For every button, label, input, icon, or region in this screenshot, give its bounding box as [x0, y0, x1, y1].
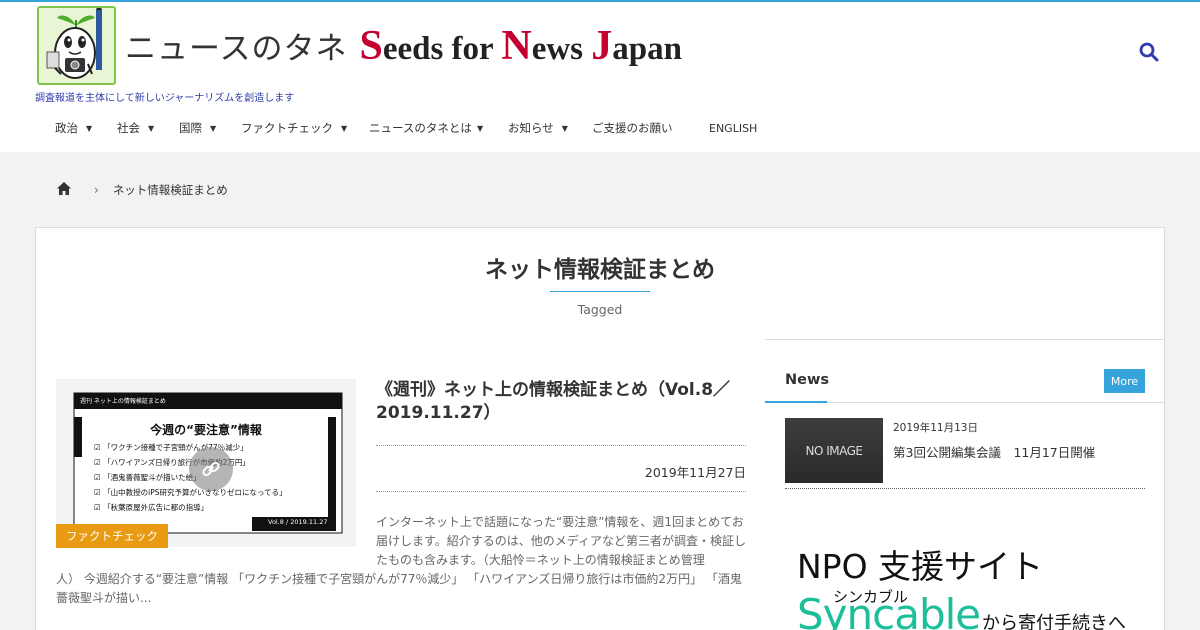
- site-title-en: Seeds for News Japan: [359, 22, 682, 70]
- link-icon: [189, 447, 233, 491]
- search-icon: [1139, 42, 1159, 62]
- nav-label: ファクトチェック: [241, 121, 333, 135]
- caret-down-icon: ▼: [210, 123, 217, 133]
- thumb-item-text: 「ワクチン接種で子宮頸がんが77％減少」: [103, 443, 248, 452]
- nav-item-international[interactable]: 国際 ▼: [179, 118, 216, 138]
- nav-item-english[interactable]: ENGLISH: [709, 118, 757, 138]
- thumb-header: 週刊 ネット上の情報検証まとめ: [80, 398, 166, 405]
- nav-item-news[interactable]: お知らせ ▼: [508, 118, 568, 138]
- nav-item-about[interactable]: ニュースのタネとは ▼: [369, 118, 483, 138]
- news-thumbnail[interactable]: NO IMAGE: [785, 418, 883, 483]
- article-excerpt: インターネット上で話題になった“要注意”情報を、週1回まとめてお届けします。紹介…: [376, 515, 746, 567]
- article-date: 2019年11月27日: [644, 465, 746, 480]
- site-tagline: 調査報道を主体にして新しいジャーナリズムを創造します: [35, 93, 295, 104]
- title-letter-s: S: [359, 23, 383, 69]
- nav-label: お知らせ: [508, 121, 554, 135]
- caret-down-icon: ▼: [476, 123, 484, 133]
- nav-item-politics[interactable]: 政治 ▼: [55, 118, 92, 138]
- divider: [376, 491, 746, 492]
- nav-item-support[interactable]: ご支援のお願い: [592, 118, 673, 138]
- nav-label: 社会: [117, 121, 140, 135]
- banner-heading[interactable]: NPO 支援サイト: [797, 540, 1043, 588]
- title-part-2: ews: [531, 31, 592, 67]
- news-heading: News: [785, 372, 829, 388]
- caret-down-icon: ▼: [561, 123, 568, 133]
- site-logo[interactable]: [37, 6, 116, 85]
- page-subtitle: Tagged: [577, 302, 623, 317]
- seed-mascot-icon: [46, 8, 102, 79]
- thumb-footer: Vol.8 / 2019.11.27: [268, 518, 328, 526]
- nav-label: 国際: [179, 121, 202, 135]
- site-title-jp: ニュースのタネ: [125, 31, 348, 67]
- nav-label: 政治: [55, 121, 78, 135]
- site-title[interactable]: ニュースのタネ Seeds for News Japan: [125, 22, 682, 72]
- tag-header-card: ネット情報検証まとめ Tagged: [35, 227, 1165, 340]
- thumb-item-text: 「酒鬼薔薇聖斗が描いた絵」: [103, 473, 201, 482]
- thumb-item: ☑ 「ワクチン接種で子宮頸がんが77％減少」: [94, 443, 248, 452]
- nav-label: ニュースのタネとは: [369, 121, 472, 135]
- search-button[interactable]: [1137, 40, 1161, 64]
- article-thumbnail[interactable]: 週刊 ネット上の情報検証まとめ 今週の“要注意”情報 ☑ 「ワクチン接種で子宮頸…: [56, 379, 356, 547]
- nav-label: ENGLISH: [709, 121, 758, 135]
- chevron-right-icon: ›: [94, 183, 99, 197]
- thumb-item-text: 「秋葉原屋外広告に都の指導」: [103, 503, 209, 512]
- banner-tail: から寄付手続きへ: [982, 613, 1126, 630]
- nav-label: ご支援のお願い: [592, 121, 673, 135]
- more-button[interactable]: More: [1104, 369, 1145, 393]
- home-link[interactable]: [56, 181, 72, 199]
- caret-down-icon: ▼: [148, 123, 155, 133]
- news-title[interactable]: 第3回公開編集会議 11月17日開催: [893, 442, 1095, 461]
- title-part-3: apan: [612, 31, 682, 67]
- title-letter-j: J: [591, 23, 613, 69]
- heading-accent-line: [765, 401, 827, 403]
- nav-item-society[interactable]: 社会 ▼: [117, 118, 154, 138]
- breadcrumb: › ネット情報検証まとめ: [56, 180, 228, 200]
- news-date: 2019年11月13日: [893, 422, 978, 434]
- thumb-item: ☑ 「秋葉原屋外広告に都の指導」: [94, 503, 209, 512]
- divider: [376, 445, 746, 446]
- caret-down-icon: ▼: [341, 123, 348, 133]
- title-part-1: eeds for: [382, 31, 502, 67]
- caret-down-icon: ▼: [86, 123, 93, 133]
- divider: [785, 488, 1145, 489]
- article-title[interactable]: 《週刊》ネット上の情報検証まとめ（Vol.8／2019.11.27）: [376, 379, 746, 425]
- article-excerpt-continued: 人） 今週紹介する“要注意”情報 「ワクチン接種で子宮頸がんが77％減少」 「ハ…: [56, 572, 742, 605]
- title-letter-n: N: [501, 23, 532, 69]
- top-accent-line: [0, 0, 1200, 2]
- thumb-heading: 今週の“要注意”情報: [150, 423, 262, 437]
- thumb-item: ☑ 「山中教授のiPS研究予算がいきなりゼロになってる」: [94, 488, 287, 497]
- title-underline: [550, 291, 650, 292]
- syncable-logo[interactable]: Syncable: [797, 590, 981, 630]
- thumb-item-text: 「山中教授のiPS研究予算がいきなりゼロになってる」: [103, 488, 287, 497]
- home-icon: [57, 182, 71, 195]
- nav-item-factcheck[interactable]: ファクトチェック ▼: [241, 118, 347, 138]
- category-badge[interactable]: ファクトチェック: [56, 524, 168, 548]
- breadcrumb-current: ネット情報検証まとめ: [112, 183, 228, 197]
- page-title: ネット情報検証まとめ: [485, 257, 715, 283]
